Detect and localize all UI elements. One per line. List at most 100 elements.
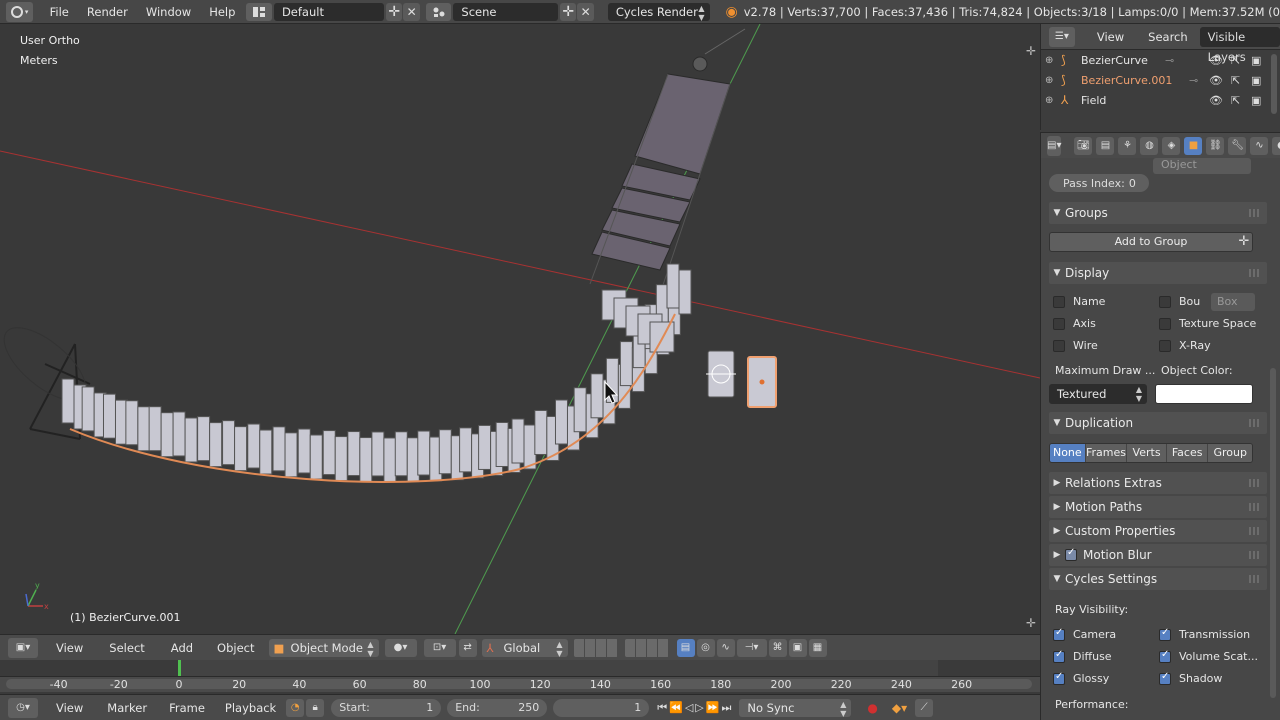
- checkbox[interactable]: [1159, 339, 1171, 352]
- proportional-edit-icon[interactable]: ◎: [696, 638, 715, 657]
- scene-tab-icon[interactable]: ⚘: [1118, 136, 1137, 155]
- render-icon[interactable]: ⌘: [768, 638, 787, 657]
- outliner-search-menu[interactable]: Search: [1140, 30, 1196, 44]
- keying-set-icon[interactable]: ◆▾: [892, 701, 907, 715]
- object-menu[interactable]: Object: [209, 641, 262, 655]
- scene-icon[interactable]: [425, 2, 452, 21]
- shadow-checkbox[interactable]: Shadow: [1159, 671, 1222, 685]
- checkbox[interactable]: [1053, 649, 1065, 663]
- checkbox[interactable]: [1159, 295, 1171, 308]
- groups-panel-header[interactable]: ▼ Groups: [1049, 202, 1267, 224]
- remove-screen-button[interactable]: ✕: [403, 2, 420, 21]
- screen-layout-field[interactable]: Default: [273, 2, 385, 21]
- name-checkbox[interactable]: Name: [1053, 295, 1105, 308]
- grip-icon[interactable]: [1249, 551, 1261, 559]
- screen-layout-icon[interactable]: [246, 2, 272, 21]
- jump-start-icon[interactable]: ⏮: [657, 701, 667, 715]
- camera-checkbox[interactable]: Camera: [1053, 627, 1116, 641]
- grip-icon[interactable]: [1249, 575, 1261, 583]
- cycles-settings-panel-header[interactable]: ▼ Cycles Settings: [1049, 568, 1267, 590]
- checkbox[interactable]: [1053, 671, 1065, 685]
- outliner-item[interactable]: ⊕ ⟆ BezierCurve.001 ⊸ 👁︎ ⇱ ▣: [1041, 70, 1280, 90]
- motion-paths-panel-header[interactable]: ▶ Motion Paths: [1049, 496, 1267, 518]
- outliner-item[interactable]: ⊕ ⟆ BezierCurve ⊸ 👁︎ ⇱ ▣: [1041, 50, 1280, 70]
- object-color-swatch[interactable]: [1155, 384, 1253, 404]
- orientation-dropdown[interactable]: ⅄ Global ▲ ▼: [481, 638, 568, 658]
- end-frame-field[interactable]: End: 250: [447, 698, 548, 717]
- custom-properties-panel-header[interactable]: ▶ Custom Properties: [1049, 520, 1267, 542]
- keyframe-icon[interactable]: ◔: [286, 698, 305, 717]
- transmission-checkbox[interactable]: Transmission: [1159, 627, 1250, 641]
- current-frame-field[interactable]: 1: [553, 698, 650, 717]
- grip-icon[interactable]: [1249, 419, 1261, 427]
- curve-data-tab-icon[interactable]: ∿: [1250, 136, 1269, 155]
- visibility-eye-icon[interactable]: 👁︎: [1209, 74, 1223, 87]
- draw-type-dropdown[interactable]: Textured ▲ ▼: [1049, 384, 1147, 404]
- properties-scrollbar[interactable]: [1270, 368, 1276, 698]
- select-menu[interactable]: Select: [101, 641, 152, 655]
- pivot-dropdown[interactable]: ⊡▾: [423, 638, 456, 657]
- wire-checkbox[interactable]: Wire: [1053, 339, 1098, 352]
- add-group-plus-icon[interactable]: ✛: [1235, 233, 1253, 251]
- record-icon[interactable]: ●: [867, 701, 877, 715]
- checkbox[interactable]: [1053, 295, 1065, 308]
- object-tab-icon[interactable]: ■: [1184, 136, 1203, 155]
- grip-icon[interactable]: [1249, 479, 1261, 487]
- grip-icon[interactable]: [1249, 527, 1261, 535]
- dup-frames-option[interactable]: Frames: [1085, 444, 1128, 462]
- dup-group-option[interactable]: Group: [1208, 444, 1252, 462]
- selectability-cursor-icon[interactable]: ⇱: [1231, 94, 1240, 107]
- outliner-item-name[interactable]: BezierCurve: [1081, 54, 1148, 67]
- menu-file[interactable]: File: [41, 0, 78, 24]
- timeline-ruler[interactable]: -40 -20 0 20 40 60 80 100 120 140 160 180 200 220 240 2…: [0, 676, 1040, 692]
- checkbox[interactable]: [1159, 627, 1171, 641]
- render-engine-dropdown[interactable]: Cycles Render ▲ ▼: [607, 2, 710, 22]
- grip-icon[interactable]: [1249, 269, 1261, 277]
- add-scene-button[interactable]: ✛: [560, 2, 577, 21]
- dup-verts-option[interactable]: Verts: [1127, 444, 1167, 462]
- checkbox[interactable]: [1159, 649, 1171, 663]
- grip-icon[interactable]: [1249, 503, 1261, 511]
- axis-checkbox[interactable]: Axis: [1053, 317, 1096, 330]
- snap-icon[interactable]: ⊣▾: [736, 638, 767, 657]
- jump-end-icon[interactable]: ⏭: [721, 701, 731, 715]
- frame-menu[interactable]: Frame: [161, 701, 213, 715]
- render-tab-icon[interactable]: 📷︎: [1074, 136, 1093, 155]
- duplication-panel-header[interactable]: ▼ Duplication: [1049, 412, 1267, 434]
- xray-checkbox[interactable]: X-Ray: [1159, 339, 1211, 352]
- start-frame-field[interactable]: Start: 1: [331, 698, 442, 717]
- falloff-icon[interactable]: ∿: [716, 638, 735, 657]
- motion-blur-checkbox[interactable]: [1065, 547, 1077, 561]
- view-menu[interactable]: View: [48, 641, 91, 655]
- duplication-options[interactable]: None Frames Verts Faces Group: [1049, 443, 1253, 463]
- play-icon[interactable]: ▷: [695, 701, 703, 715]
- lock-icon[interactable]: 🔒︎: [306, 698, 325, 717]
- lock-camera-icon[interactable]: ▤: [676, 638, 695, 657]
- scene-field[interactable]: Scene: [453, 2, 559, 21]
- world-tab-icon[interactable]: ◍: [1140, 136, 1159, 155]
- checkbox[interactable]: [1053, 317, 1065, 330]
- expand-plus-icon[interactable]: ⊕: [1045, 55, 1053, 66]
- menu-render[interactable]: Render: [78, 0, 137, 24]
- shading-dropdown[interactable]: ●▾: [384, 638, 417, 657]
- object-parent-dropdown[interactable]: Object: [1153, 158, 1251, 174]
- prev-key-icon[interactable]: ⏪: [669, 701, 683, 715]
- timeline-view-menu[interactable]: View: [48, 701, 91, 715]
- outliner-view-menu[interactable]: View: [1089, 30, 1132, 44]
- sync-dropdown[interactable]: No Sync ▲ ▼: [739, 698, 852, 718]
- texture-space-checkbox[interactable]: Texture Space: [1159, 317, 1256, 330]
- checkbox[interactable]: [1159, 671, 1171, 685]
- bounds-type-dropdown[interactable]: Box: [1211, 293, 1255, 311]
- editor-type-icon[interactable]: ◷▾: [8, 697, 38, 718]
- expand-plus-icon[interactable]: ⊕: [1045, 75, 1053, 86]
- motion-blur-panel-header[interactable]: ▶ Motion Blur: [1049, 544, 1267, 566]
- playback-menu[interactable]: Playback: [217, 701, 284, 715]
- info-editor-icon[interactable]: ▾: [6, 1, 34, 22]
- properties-editor-icon[interactable]: ▤▾: [1047, 135, 1062, 156]
- constraints-tab-icon[interactable]: ⛓: [1206, 136, 1225, 155]
- opengl-render-icon[interactable]: ▣: [788, 638, 807, 657]
- grip-icon[interactable]: [1249, 209, 1261, 217]
- renderability-camera-icon[interactable]: ▣: [1251, 74, 1261, 87]
- glossy-checkbox[interactable]: Glossy: [1053, 671, 1109, 685]
- dup-faces-option[interactable]: Faces: [1166, 444, 1209, 462]
